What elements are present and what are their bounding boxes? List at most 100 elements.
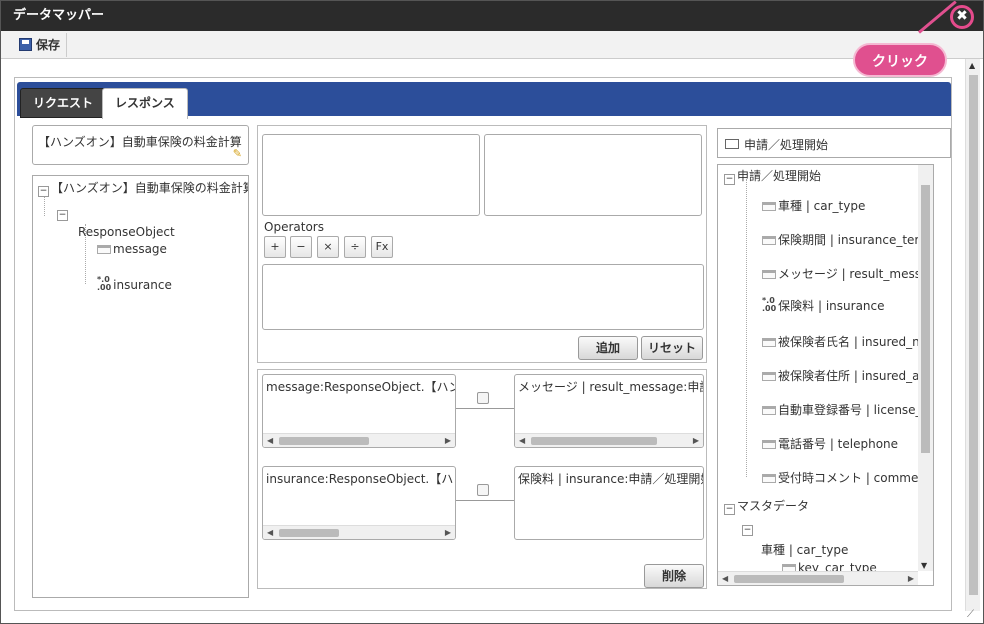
tree-node-label: 申請／処理開始	[737, 169, 822, 183]
save-label: 保存	[36, 38, 61, 52]
mapping-source-1[interactable]: message:ResponseObject.【ハンズ ◀ ▶	[262, 374, 456, 448]
tree-node-root[interactable]: − 申請／処理開始	[724, 167, 821, 185]
divide-button[interactable]: ÷	[344, 236, 366, 258]
tree-node-field[interactable]: 車種 | car_type	[762, 197, 865, 214]
dialog-scrollbar[interactable]: ▲	[965, 59, 980, 611]
expression-box[interactable]	[262, 264, 704, 330]
tree-node-insurance[interactable]: *.0.00 insurance	[97, 276, 172, 293]
vertical-scrollbar[interactable]: ▼	[918, 165, 933, 571]
string-field-icon	[762, 474, 776, 483]
mapping-target-text: 保険料 | insurance:申請／処理開始	[518, 472, 704, 486]
scroll-up-arrow[interactable]: ▲	[969, 61, 975, 70]
tree-node-label: 自動車登録番号 | license_	[778, 403, 922, 417]
mapping-checkbox-2[interactable]	[477, 484, 489, 496]
tree-node-label: 電話番号 | telephone	[778, 437, 899, 451]
tree-node-field[interactable]: 被保険者住所 | insured_address	[762, 367, 933, 384]
scroll-thumb[interactable]	[921, 185, 930, 453]
mapping-source-2[interactable]: insurance:ResponseObject.【ハンス ◀ ▶	[262, 466, 456, 540]
string-field-icon	[762, 372, 776, 381]
form-icon	[725, 139, 739, 149]
tree-node-field[interactable]: 受付時コメント | comment	[762, 469, 931, 486]
source-title: 【ハンズオン】自動車保険の料金計算	[38, 135, 242, 149]
resize-grip-icon[interactable]: ⟋	[967, 609, 974, 620]
operators-label: Operators	[264, 220, 324, 234]
mapping-connector	[456, 500, 514, 501]
operand-box-right[interactable]	[484, 134, 702, 216]
mapping-checkbox-1[interactable]	[477, 392, 489, 404]
tree-node-label: 被保険者住所 | insured_address	[778, 369, 933, 383]
mapping-panel: message:ResponseObject.【ハンズ ◀ ▶ メッセージ | r…	[257, 369, 707, 589]
tree-node-label: ResponseObject	[78, 225, 175, 239]
horizontal-scrollbar[interactable]: ◀ ▶	[263, 433, 455, 447]
left-panel: 【ハンズオン】自動車保険の料金計算 ✎ − 【ハンズオン】自動車保険の料金計算 −…	[32, 125, 249, 598]
tree-node-label: 保険期間 | insurance_term	[778, 233, 931, 247]
minus-button[interactable]: −	[290, 236, 312, 258]
collapse-icon[interactable]: −	[724, 174, 735, 185]
horizontal-scrollbar[interactable]: ◀ ▶	[263, 525, 455, 539]
mapping-source-text: insurance:ResponseObject.【ハンス	[266, 472, 456, 486]
tree-node-label: 【ハンズオン】自動車保険の料金計算	[51, 181, 249, 195]
title-bar: データマッパー	[1, 1, 983, 31]
tree-node-field[interactable]: メッセージ | result_message	[762, 265, 934, 282]
mapping-target-2[interactable]: 保険料 | insurance:申請／処理開始	[514, 466, 704, 540]
collapse-icon[interactable]: −	[57, 210, 68, 221]
tree-node-label: 受付時コメント | comment	[778, 471, 931, 485]
string-field-icon	[762, 270, 776, 279]
tree-node-field[interactable]: 保険期間 | insurance_term	[762, 231, 931, 248]
tree-node-message[interactable]: message	[97, 242, 167, 256]
tree-node-label: insurance	[113, 278, 172, 292]
tree-node-master[interactable]: − マスタデータ	[724, 497, 809, 515]
tree-node-field[interactable]: *.0.00 保険料 | insurance	[762, 297, 885, 314]
tree-node-responseobject[interactable]: − ResponseObject	[57, 210, 175, 239]
data-mapper-dialog: データマッパー ✖ 保存 クリック リクエスト レスポンス 【ハンズオン】自動車…	[0, 0, 984, 624]
horizontal-scrollbar[interactable]: ◀ ▶	[515, 433, 703, 447]
save-icon	[19, 38, 32, 51]
scroll-down-arrow[interactable]: ▼	[921, 561, 927, 570]
tab-response[interactable]: レスポンス	[102, 88, 188, 119]
edit-icon[interactable]: ✎	[233, 147, 242, 160]
tree-node-root[interactable]: − 【ハンズオン】自動車保険の料金計算	[38, 179, 249, 197]
string-field-icon	[762, 406, 776, 415]
mapping-source-text: message:ResponseObject.【ハンズ	[266, 380, 456, 394]
tree-node-label: 車種 | car_type	[778, 199, 866, 213]
collapse-icon[interactable]: −	[38, 186, 49, 197]
dialog-title: データマッパー	[13, 8, 105, 23]
close-button[interactable]: ✖	[950, 5, 974, 29]
add-button[interactable]: 追加	[578, 336, 638, 360]
function-button[interactable]: Fx	[371, 236, 393, 258]
close-icon: ✖	[956, 8, 968, 24]
tree-node-car-type[interactable]: − 車種 | car_type	[742, 525, 848, 558]
tree-node-label: 車種 | car_type	[761, 543, 849, 557]
string-field-icon	[762, 338, 776, 347]
plus-button[interactable]: +	[264, 236, 286, 258]
mapper-container: リクエスト レスポンス 【ハンズオン】自動車保険の料金計算 ✎ − 【ハンズオン】…	[14, 77, 952, 611]
multiply-button[interactable]: ×	[317, 236, 339, 258]
tab-request[interactable]: リクエスト	[20, 88, 107, 118]
save-button[interactable]: 保存	[13, 33, 68, 57]
number-field-icon: *.0.00	[762, 296, 777, 313]
mapping-target-1[interactable]: メッセージ | result_message:申請／ ◀ ▶	[514, 374, 704, 448]
operand-box-left[interactable]	[262, 134, 480, 216]
tree-node-field[interactable]: 電話番号 | telephone	[762, 435, 898, 452]
source-tree: − 【ハンズオン】自動車保険の料金計算 − ResponseObject messa…	[32, 175, 249, 598]
reset-button[interactable]: リセット	[641, 336, 703, 360]
scroll-thumb[interactable]	[969, 75, 978, 595]
tree-node-label: マスタデータ	[737, 499, 810, 513]
tree-node-label: 保険料 | insurance	[778, 299, 885, 313]
tree-node-field[interactable]: 被保険者氏名 | insured_name	[762, 333, 934, 350]
tree-node-label: メッセージ | result_message	[778, 267, 934, 281]
tree-node-label: message	[113, 242, 167, 256]
target-header: 申請／処理開始	[717, 128, 951, 158]
horizontal-scrollbar[interactable]: ◀ ▶	[718, 571, 918, 585]
string-field-icon	[97, 245, 111, 254]
delete-button[interactable]: 削除	[644, 564, 704, 588]
tree-node-field[interactable]: 自動車登録番号 | license_	[762, 401, 922, 418]
source-header: 【ハンズオン】自動車保険の料金計算 ✎	[32, 125, 249, 165]
collapse-icon[interactable]: −	[742, 525, 753, 536]
tree-guide	[746, 179, 747, 477]
target-title: 申請／処理開始	[744, 138, 829, 152]
tree-node-label: 被保険者氏名 | insured_name	[778, 335, 934, 349]
collapse-icon[interactable]: −	[724, 504, 735, 515]
mapping-target-text: メッセージ | result_message:申請／	[518, 380, 704, 394]
string-field-icon	[762, 202, 776, 211]
